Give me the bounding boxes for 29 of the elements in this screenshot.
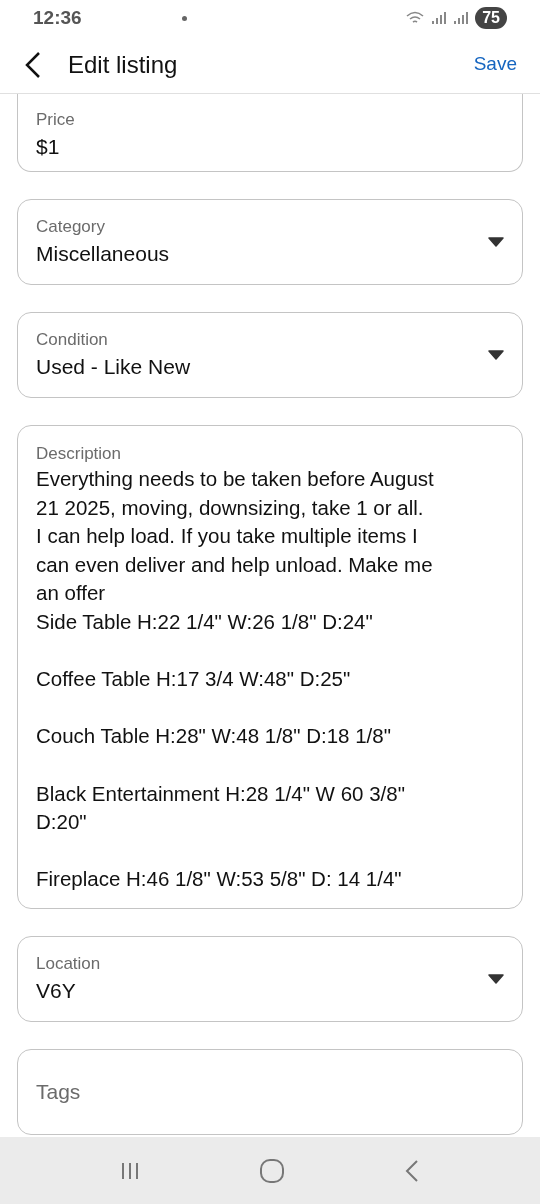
dropdown-caret-icon — [488, 237, 504, 247]
signal-icon — [453, 10, 470, 26]
save-button[interactable]: Save — [473, 50, 517, 79]
field-label: Category — [36, 216, 106, 238]
tags-field[interactable]: Tags — [17, 1048, 523, 1135]
field-value: $1 — [36, 133, 61, 160]
dropdown-field[interactable]: Location V6Y — [17, 935, 523, 1022]
field-label: Price — [36, 108, 76, 131]
field-value: V6Y — [36, 977, 77, 1004]
description-field[interactable] — [17, 425, 523, 909]
signal-icon — [431, 10, 448, 26]
field-label: Location — [36, 952, 102, 975]
field-value: Miscellaneous — [36, 241, 171, 267]
field-label: Description — [36, 443, 123, 465]
battery-indicator: 75 — [475, 7, 507, 29]
dropdown-caret-icon — [488, 973, 504, 984]
text-field[interactable]: Price $1 — [17, 94, 523, 172]
field-value: Everything needs to be taken before August 21 2025, moving, downsizing, take 1 or all. I can help load. If you take multiple items I can even deliver and help unload. Make me an offer Side Table H:22 1/4" W:26 1/8" D:24" Coffee Table H:17 3/4 W:48" D:25" Couch Table H:28" W:48 1/8" D:18 1/8" Black Entertainment H:28 1/4" W 60 3/8" D:20" Fireplace H:46 1/8" W:53 5/8" D: 14 1/4" — [36, 466, 435, 893]
wifi-icon — [405, 10, 426, 26]
dropdown-field[interactable]: Condition Used - Like New — [17, 312, 523, 398]
field-value: Used - Like New — [36, 354, 192, 380]
dropdown-caret-icon — [488, 350, 504, 360]
page-title: Edit listing — [68, 49, 179, 80]
dropdown-field[interactable]: Category Miscellaneous — [17, 199, 523, 285]
recent-apps-icon[interactable] — [119, 1160, 140, 1181]
field-label: Condition — [36, 329, 109, 351]
home-icon[interactable] — [259, 1157, 285, 1184]
back-icon[interactable] — [404, 1158, 421, 1183]
status-time: 12:36 — [33, 5, 82, 30]
